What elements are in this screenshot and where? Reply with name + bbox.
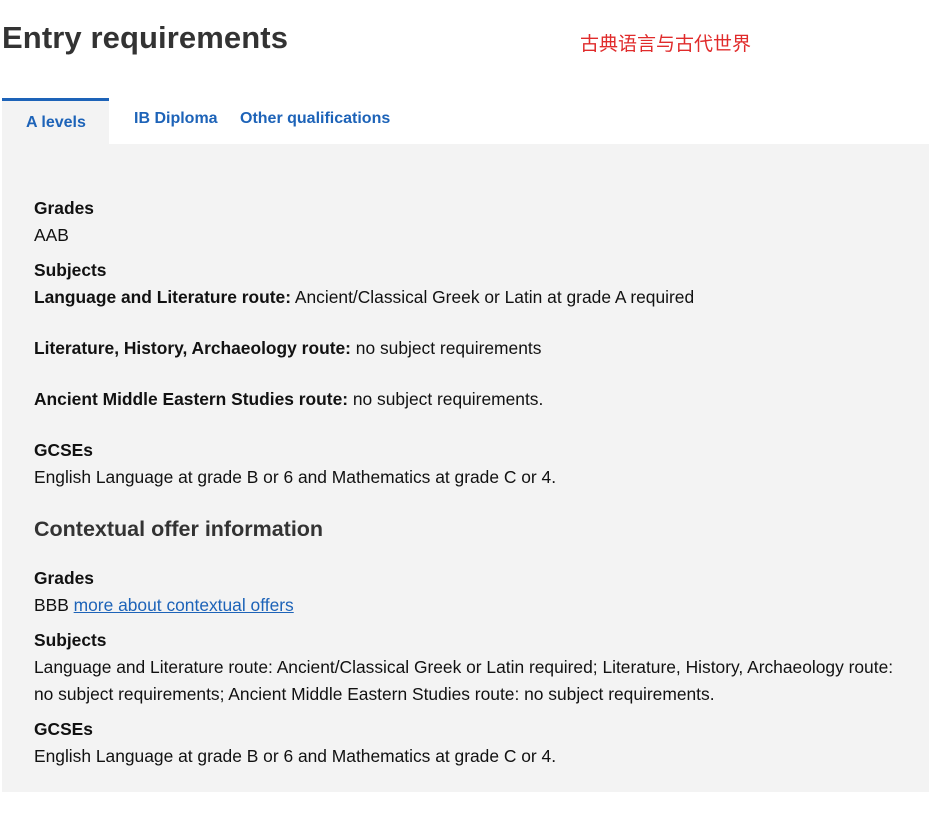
route-line: Language and Literature route: Ancient/C… (34, 284, 894, 311)
tab-other-qualifications[interactable]: Other qualifications (240, 98, 390, 144)
contextual-offers-link[interactable]: more about contextual offers (74, 595, 294, 615)
route-line: Ancient Middle Eastern Studies route: no… (34, 386, 894, 413)
tab-ib-diploma[interactable]: IB Diploma (109, 98, 240, 144)
tab-panel: Grades AAB Subjects Language and Literat… (2, 144, 929, 792)
route-text: Ancient/Classical Greek or Latin at grad… (291, 287, 695, 307)
route-label: Language and Literature route: (34, 287, 292, 307)
contextual-offer-heading: Contextual offer information (34, 517, 324, 541)
route-label: Literature, History, Archaeology route: (34, 338, 351, 358)
gcse-label: GCSEs (34, 440, 93, 460)
route-text: no subject requirements (350, 338, 542, 358)
gcse-value: English Language at grade B or 6 and Mat… (34, 467, 557, 487)
grades-label: Grades (34, 198, 94, 218)
contextual-gcse-label: GCSEs (34, 719, 93, 739)
subjects-label: Subjects (34, 260, 107, 280)
route-text: no subject requirements. (348, 389, 544, 409)
chinese-annotation: 古典语言与古代世界 (580, 33, 752, 55)
route-line: Literature, History, Archaeology route: … (34, 335, 894, 362)
qualification-tabs: A levels IB Diploma Other qualifications (2, 98, 390, 144)
contextual-subjects-value: Language and Literature route: Ancient/C… (34, 657, 894, 704)
contextual-grades-value: BBB more about contextual offers (34, 592, 894, 619)
grades-value: AAB (34, 225, 69, 245)
page-title: Entry requirements (2, 20, 289, 55)
panel-content: Grades AAB Subjects Language and Literat… (34, 195, 894, 770)
contextual-gcse-value: English Language at grade B or 6 and Mat… (34, 746, 557, 766)
tab-a-levels[interactable]: A levels (2, 98, 109, 144)
route-label: Ancient Middle Eastern Studies route: (34, 389, 349, 409)
contextual-grades-text: BBB (34, 595, 74, 615)
contextual-grades-label: Grades (34, 568, 94, 588)
contextual-subjects-label: Subjects (34, 630, 107, 650)
